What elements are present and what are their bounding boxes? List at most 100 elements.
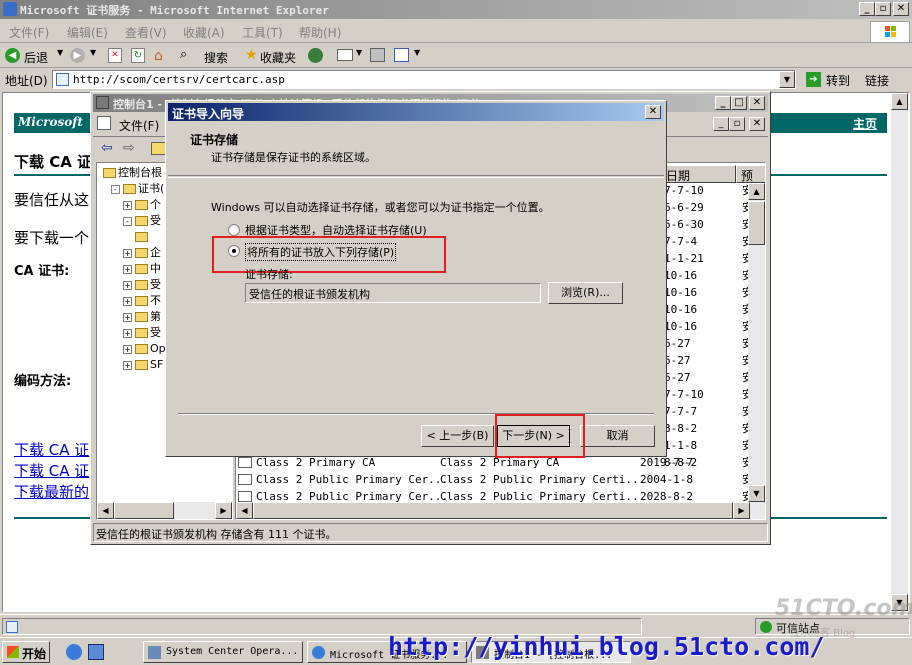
address-dropdown-icon[interactable]: ▼ xyxy=(779,71,795,88)
back-button-label[interactable]: 后退 xyxy=(24,49,48,66)
list-vscrollbar[interactable]: ▲ ▼ xyxy=(748,183,765,502)
menu-view[interactable]: 查看(V) xyxy=(125,24,167,41)
print-icon[interactable] xyxy=(370,48,385,62)
stop-icon[interactable]: ✕ xyxy=(108,48,122,63)
refresh-icon[interactable]: ↻ xyxy=(131,48,145,63)
tree-hscrollbar[interactable]: ◀ ▶ xyxy=(97,502,232,519)
menu-tools[interactable]: 工具(T) xyxy=(242,24,283,41)
mmc-up-folder-icon[interactable] xyxy=(151,142,166,155)
menu-favorites[interactable]: 收藏(A) xyxy=(183,24,225,41)
expand-icon[interactable]: + xyxy=(123,280,132,290)
expand-icon[interactable]: + xyxy=(123,360,132,370)
go-arrow-icon[interactable]: ➔ xyxy=(806,72,821,87)
table-row[interactable]: Class 2 Public Primary Cer... Class 2 Pub… xyxy=(238,471,748,488)
wizard-header: 证书存储 证书存储是保存证书的系统区域。 xyxy=(168,122,664,176)
back-arrow-icon[interactable]: ◀ xyxy=(5,48,20,63)
store-field[interactable]: 受信任的根证书颁发机构 xyxy=(245,283,541,303)
mmc-menu-file[interactable]: 文件(F) xyxy=(119,117,159,134)
certificate-icon xyxy=(238,457,252,468)
favorites-star-icon[interactable]: ★ xyxy=(245,47,258,63)
browse-button[interactable]: 浏览(R)... xyxy=(548,282,623,304)
cancel-button-label: 取消 xyxy=(606,429,629,442)
ie-toolbar: ◀ 后退 ▼ ▶ ▼ ✕ ↻ ⌂ ⌕ 搜索 ★ 收藏夹 ▼ ▼ xyxy=(0,44,912,68)
wizard-section-title: 证书存储 xyxy=(190,133,239,147)
tree-item-label: 第 xyxy=(150,310,161,323)
download-link-2[interactable]: 下载 CA 证 xyxy=(14,460,89,481)
media-icon[interactable] xyxy=(308,48,323,63)
address-input[interactable]: http://scom/certsrv/certcarc.asp ▼ xyxy=(52,70,796,89)
expand-icon[interactable]: + xyxy=(123,312,132,322)
mmc-close-button[interactable]: ✕ xyxy=(749,96,765,110)
mmc-child-close-button[interactable]: ✕ xyxy=(749,117,765,131)
collapse-icon[interactable]: - xyxy=(111,184,120,194)
quicklaunch-ie-icon[interactable] xyxy=(66,644,82,660)
list-hscrollbar[interactable]: ◀ ▶ xyxy=(236,502,765,519)
edit-icon[interactable] xyxy=(394,48,409,62)
certificate-icon xyxy=(238,491,252,502)
edit-dropdown-icon[interactable]: ▼ xyxy=(414,48,420,57)
tree-item-label: 受 xyxy=(150,326,161,339)
cert-issued-by: Class 2 Public Primary Certi... xyxy=(440,473,646,486)
folder-icon xyxy=(135,360,148,370)
expand-icon[interactable]: + xyxy=(123,264,132,274)
mmc-status-text: 受信任的根证书颁发机构 存储含有 111 个证书。 xyxy=(96,528,337,541)
taskbar-ie-icon xyxy=(312,646,325,659)
menu-file[interactable]: 文件(F) xyxy=(9,24,49,41)
menu-edit[interactable]: 编辑(E) xyxy=(67,24,108,41)
browser-scrollbar[interactable]: ▲ ▼ xyxy=(891,93,908,611)
back-dropdown-icon[interactable]: ▼ xyxy=(57,48,63,57)
ca-cert-label: CA 证书: xyxy=(14,264,70,279)
search-button-label[interactable]: 搜索 xyxy=(204,49,228,66)
expand-icon[interactable]: + xyxy=(123,328,132,338)
watermark-brand: 51CTO.com xyxy=(775,596,912,621)
wizard-titlebar: 证书导入向导 ✕ xyxy=(168,103,664,121)
mail-dropdown-icon[interactable]: ▼ xyxy=(356,48,362,57)
start-button[interactable]: 开始 xyxy=(2,641,50,663)
mmc-maximize-button[interactable]: □ xyxy=(731,96,747,110)
expand-icon[interactable]: + xyxy=(123,248,132,258)
quicklaunch-desktop-icon[interactable] xyxy=(88,644,104,660)
ie-close-button[interactable]: ✕ xyxy=(893,2,909,16)
forward-dropdown-icon[interactable]: ▼ xyxy=(90,48,96,57)
list-date-cell: 10-16 xyxy=(664,286,698,299)
tree-item-label: 受 xyxy=(150,278,161,291)
folder-icon xyxy=(135,248,148,258)
page-heading: 下载 CA 证 xyxy=(14,153,93,171)
search-icon[interactable]: ⌕ xyxy=(180,47,187,62)
download-link-1[interactable]: 下载 CA 证 xyxy=(14,439,89,460)
collapse-icon[interactable]: - xyxy=(123,216,132,226)
folder-icon xyxy=(135,200,148,210)
list-date-cell: 6-27 xyxy=(664,371,691,384)
ie-maximize-button[interactable]: ▫ xyxy=(875,2,891,16)
wizard-close-button[interactable]: ✕ xyxy=(645,105,661,119)
cancel-button[interactable]: 取消 xyxy=(580,425,655,447)
mmc-forward-icon[interactable]: ⇨ xyxy=(123,140,135,156)
start-flag-icon xyxy=(7,646,19,658)
menu-help[interactable]: 帮助(H) xyxy=(299,24,341,41)
links-label[interactable]: 链接 xyxy=(865,72,889,89)
home-icon[interactable]: ⌂ xyxy=(154,48,163,64)
ie-minimize-button[interactable]: _ xyxy=(859,2,875,16)
mmc-child-minimize-button[interactable]: _ xyxy=(713,117,729,131)
go-button-label[interactable]: 转到 xyxy=(826,72,850,89)
mmc-minimize-button[interactable]: _ xyxy=(715,96,731,110)
expand-icon[interactable]: + xyxy=(123,296,132,306)
store-label: 证书存储: xyxy=(245,268,293,281)
expand-icon[interactable]: + xyxy=(123,200,132,210)
back-button[interactable]: < 上一步(B) xyxy=(421,425,494,447)
radio-auto-circle[interactable] xyxy=(228,224,240,236)
expand-icon[interactable]: + xyxy=(123,344,132,354)
taskbar-item-scom[interactable]: System Center Opera... xyxy=(143,641,303,663)
list-header-date[interactable]: 日期 xyxy=(660,165,736,183)
mmc-child-restore-button[interactable]: ▫ xyxy=(729,117,745,131)
mmc-back-icon[interactable]: ⇦ xyxy=(101,140,113,156)
download-link-3[interactable]: 下载最新的 xyxy=(14,481,89,502)
page-header-home-link[interactable]: 主页 xyxy=(853,115,877,132)
forward-arrow-icon[interactable]: ▶ xyxy=(70,48,85,63)
list-date-cell: 6-27 xyxy=(664,354,691,367)
list-header-purpose[interactable]: 预 xyxy=(736,165,765,183)
windows-logo-icon xyxy=(870,21,910,43)
tree-item-label: Op xyxy=(150,342,166,355)
favorites-button-label[interactable]: 收藏夹 xyxy=(260,49,296,66)
mail-icon[interactable] xyxy=(337,49,353,61)
